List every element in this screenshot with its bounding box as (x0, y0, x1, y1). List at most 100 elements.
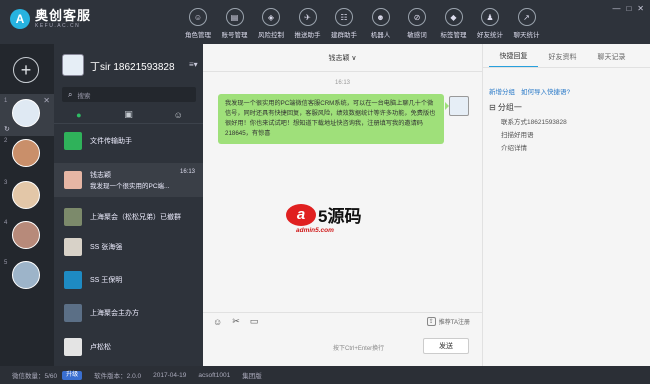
group-header[interactable]: ⊟ 分组一 (489, 102, 522, 113)
tab-chat-history[interactable]: 聊天记录 (587, 52, 636, 67)
close-icon[interactable]: ✕ (637, 4, 644, 13)
chat-title[interactable]: 钱志颖 ∨ (203, 44, 482, 72)
avatar (64, 271, 82, 289)
avatar (64, 171, 82, 189)
minimize-icon[interactable]: — (612, 4, 620, 13)
message-time: 16:13 (179, 169, 195, 175)
emoji-icon[interactable]: ☺ (213, 317, 222, 327)
message-bubble: 我发现一个很实用的PC端微信客服CRM系统，可以在一台电脑上聊几十个微信号，同时… (218, 94, 449, 144)
list-item[interactable]: 联系方式18621593828 (501, 116, 567, 129)
wechat-count: 微信数量：5/60 (12, 373, 58, 380)
nav-item-chat-stats[interactable]: ↗ 聊天统计 (509, 8, 545, 39)
account-number: 2 (4, 138, 8, 144)
user-icon: ☺ (189, 8, 207, 26)
nav-item-friend-stats[interactable]: ♟ 好友统计 (472, 8, 508, 39)
send-button[interactable]: 发送 (423, 338, 469, 354)
scissors-icon[interactable]: ✂ (232, 316, 240, 327)
avatar (62, 54, 84, 76)
nav-item-accounts[interactable]: ▤ 账号管理 (217, 8, 253, 39)
list-item[interactable]: SS 王保明 (54, 265, 203, 295)
add-group-link[interactable]: 新增分组 (489, 86, 515, 96)
contact-name: SS 张海强 (90, 244, 123, 251)
nav-label: 建群助手 (331, 32, 357, 39)
tab-quick-reply[interactable]: 快捷回复 (489, 51, 538, 67)
tab-groups[interactable]: ▣ (104, 106, 154, 123)
search-input[interactable]: ⌕ 搜索 (62, 87, 196, 102)
list-item[interactable]: SS 张海强 (54, 232, 203, 262)
account-icon: ▤ (225, 8, 244, 26)
avatar (12, 221, 40, 249)
nav-item-groups[interactable]: ☷ 建群助手 (326, 8, 362, 39)
avatar (12, 181, 40, 209)
avatar (64, 238, 82, 256)
group-items: 联系方式18621593828 扫描好用语 介绍详情 (501, 116, 567, 155)
chart-icon: ↗ (517, 8, 536, 26)
edition-label: 集团版 (242, 373, 262, 380)
tab-chats[interactable]: ● (54, 106, 104, 123)
folder-icon[interactable]: ▭ (250, 316, 259, 327)
import-link[interactable]: 如何导入快捷语? (521, 86, 570, 96)
nav-item-risk[interactable]: ◈ 风险控制 (253, 8, 289, 39)
close-icon[interactable]: ✕ (43, 96, 50, 105)
add-account-button[interactable]: + (13, 57, 39, 83)
list-item[interactable]: 扫描好用语 (501, 129, 567, 142)
input-toolbar: ☺ ✂ ▭ ⇪ 推荐TA注册 (203, 312, 482, 330)
account-tab[interactable]: 2 (0, 134, 54, 176)
watermark-logo: a 5源码 admin5.com (286, 202, 361, 234)
account-tab[interactable]: 5 (0, 256, 54, 298)
group-icon: ☷ (335, 8, 353, 26)
tag-icon: ◆ (444, 8, 463, 26)
account-number: 3 (4, 180, 8, 186)
nav-label: 敏感词 (407, 32, 427, 39)
stats-icon: ♟ (481, 8, 499, 26)
menu-icon[interactable]: ≡▾ (189, 60, 198, 69)
account-id: acsoft1001 (198, 371, 231, 379)
share-icon: ⇪ (426, 317, 436, 326)
avatar (12, 99, 40, 127)
chat-panel: 钱志颖 ∨ 16:13 我发现一个很实用的PC端微信客服CRM系统，可以在一台电… (203, 44, 482, 366)
nav-label: 聊天统计 (513, 32, 540, 39)
top-bar: A 奥创客服 KEFU.AC.CN ☺ 角色管理 ▤ 账号管理 ◈ 风险控制 ✈ 推送助… (0, 0, 650, 44)
side-panel: 快捷回复 好友资料 聊天记录 新增分组 如何导入快捷语? ⊟ 分组一 联系方式1… (482, 44, 650, 366)
nav-item-roles[interactable]: ☺ 角色管理 (180, 8, 216, 39)
contact-name: 文件传输助手 (90, 138, 132, 145)
send-row: 按下Ctrl+Enter换行 发送 (203, 338, 482, 356)
nav-label: 账号管理 (221, 32, 248, 39)
newline-hint: 按下Ctrl+Enter换行 (333, 346, 385, 352)
maximize-icon[interactable]: □ (626, 4, 631, 13)
account-number: 5 (4, 260, 8, 266)
list-item[interactable]: 介绍详情 (501, 142, 567, 155)
upgrade-badge[interactable]: 升级 (62, 370, 83, 380)
nav-label: 标签管理 (440, 32, 467, 39)
account-number: 1 (4, 98, 8, 104)
nav-item-tags[interactable]: ◆ 标签管理 (436, 8, 472, 39)
nav-item-push[interactable]: ✈ 推送助手 (290, 8, 326, 39)
account-tab[interactable]: 1 ✕ ↻ (0, 94, 54, 136)
nav-item-sensitive[interactable]: ⊘ 敏感词 (399, 8, 435, 39)
search-placeholder: 搜索 (77, 92, 91, 100)
nav-item-robot[interactable]: ☻ 机器人 (363, 8, 399, 39)
avatar (12, 139, 40, 167)
tab-friend-info[interactable]: 好友资料 (538, 52, 587, 67)
nav-label: 机器人 (370, 32, 391, 39)
tab-contacts[interactable]: ☺ (153, 106, 203, 123)
search-icon: ⌕ (68, 89, 73, 99)
watermark-url: admin5.com (296, 227, 334, 234)
recommend-button[interactable]: ⇪ 推荐TA注册 (426, 317, 470, 326)
account-number: 4 (4, 220, 8, 226)
contact-name: 上海聚会（松松兄弟）已撤群 (90, 214, 181, 221)
account-tab[interactable]: 3 (0, 176, 54, 218)
list-item[interactable]: 上海聚会（松松兄弟）已撤群 (54, 202, 203, 232)
list-item[interactable]: 文件传输助手 (54, 126, 203, 156)
list-item[interactable]: 卢松松 (54, 332, 203, 362)
push-icon: ✈ (298, 8, 317, 26)
block-icon: ⊘ (408, 8, 426, 26)
account-tab[interactable]: 4 (0, 216, 54, 258)
app-logo: A 奥创客服 KEFU.AC.CN (10, 9, 91, 29)
message-time: 16:13 (334, 80, 350, 86)
main-nav: ☺ 角色管理 ▤ 账号管理 ◈ 风险控制 ✈ 推送助手 ☷ 建群助手 ☻ 机器人 ⊘ 敏感词 … (180, 8, 545, 39)
list-item[interactable]: 上海聚会主办方 (54, 298, 203, 328)
list-item[interactable]: 钱志颖 我发现一个很实用的PC端... 16:13 (54, 163, 203, 197)
refresh-icon[interactable]: ↻ (4, 125, 10, 133)
contact-tabs: ● ▣ ☺ (54, 106, 203, 124)
